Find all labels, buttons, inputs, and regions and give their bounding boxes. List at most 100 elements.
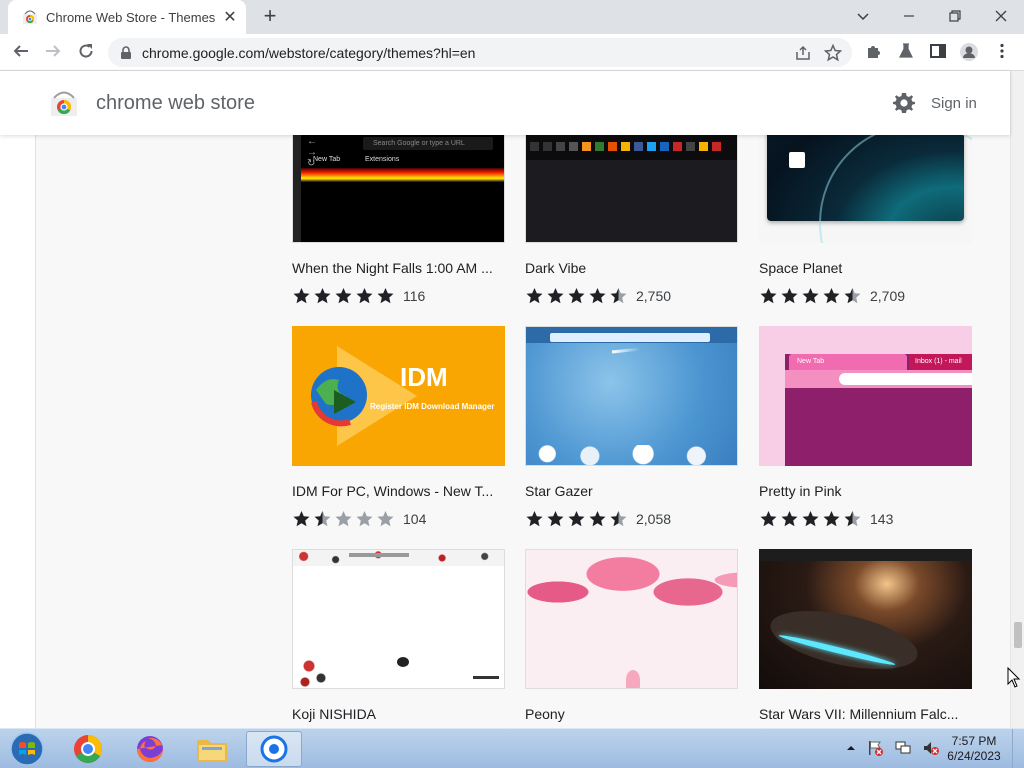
chrome-web-store-favicon	[23, 10, 37, 24]
star-icon	[823, 288, 840, 304]
share-icon[interactable]	[794, 44, 812, 62]
theme-title[interactable]: Pretty in Pink	[759, 483, 972, 499]
theme-card[interactable]: Star Wars VII: Millennium Falc...	[759, 549, 972, 722]
bookmark-star-icon[interactable]	[824, 44, 842, 62]
action-center-flag-icon[interactable]	[866, 739, 884, 757]
rating-count: 143	[870, 511, 894, 527]
gear-icon[interactable]	[892, 91, 916, 115]
volume-muted-icon[interactable]	[922, 739, 940, 757]
rating-count: 104	[403, 511, 427, 527]
thumb-pink-tab2: Inbox (1) - mail	[909, 354, 972, 370]
store-name[interactable]: chrome web store	[96, 92, 255, 115]
clock-date: 6/24/2023	[947, 749, 1001, 763]
taskbar-chrome-icon[interactable]	[60, 731, 116, 767]
rating-count: 2,709	[870, 288, 906, 304]
theme-thumbnail[interactable]: New Tab Inbox (1) - mail	[759, 326, 972, 466]
star-icon	[377, 288, 394, 304]
theme-title[interactable]: Dark Vibe	[525, 260, 738, 276]
theme-card[interactable]: New Tab Inbox (1) - mail Pretty in Pink …	[759, 326, 972, 528]
theme-card[interactable]: ← → ↻ Search Google or type a URL New Ta…	[292, 135, 505, 305]
theme-title[interactable]: Koji NISHIDA	[292, 706, 505, 722]
rating-stars	[759, 287, 864, 305]
theme-card[interactable]: Space Planet 2,709	[759, 135, 972, 305]
rating-stars	[525, 510, 630, 528]
star-icon	[802, 511, 819, 527]
star-icon	[589, 511, 606, 527]
browser-tab-active[interactable]: Chrome Web Store - Themes ✕	[8, 0, 246, 34]
star-icon	[760, 288, 777, 304]
star-icon	[781, 288, 798, 304]
close-window-icon[interactable]	[986, 6, 1016, 28]
extensions-puzzle-icon[interactable]	[863, 42, 885, 64]
back-icon[interactable]	[10, 42, 32, 64]
scrollbar-thumb[interactable]	[1014, 622, 1022, 648]
theme-thumbnail[interactable]	[759, 135, 972, 243]
star-icon	[781, 511, 798, 527]
mouse-cursor-icon	[1007, 667, 1021, 688]
theme-thumbnail[interactable]	[525, 326, 738, 466]
star-icon	[589, 288, 606, 304]
theme-card[interactable]: Peony	[525, 549, 738, 722]
theme-title[interactable]: Star Wars VII: Millennium Falc...	[759, 706, 972, 722]
address-bar[interactable]: chrome.google.com/webstore/category/them…	[108, 38, 852, 67]
taskbar-firefox-icon[interactable]	[122, 731, 178, 767]
theme-thumbnail[interactable]: IDM Register IDM Download Manager	[292, 326, 505, 466]
theme-title[interactable]: Star Gazer	[525, 483, 738, 499]
theme-thumbnail[interactable]	[759, 549, 972, 689]
minimize-icon[interactable]	[894, 6, 924, 28]
theme-card[interactable]: Dark Vibe 2,750	[525, 135, 738, 305]
star-icon	[314, 511, 331, 527]
star-icon	[526, 511, 543, 527]
browser-toolbar: chrome.google.com/webstore/category/them…	[0, 34, 1024, 71]
theme-thumbnail[interactable]	[525, 549, 738, 689]
theme-thumbnail[interactable]: ← → ↻ Search Google or type a URL New Ta…	[292, 135, 505, 243]
reload-icon[interactable]	[75, 42, 97, 64]
sign-in-link[interactable]: Sign in	[931, 95, 977, 112]
star-icon	[844, 288, 861, 304]
star-icon	[547, 511, 564, 527]
tab-close-icon[interactable]: ✕	[222, 7, 238, 27]
profile-avatar-icon[interactable]	[958, 42, 980, 64]
star-icon	[356, 288, 373, 304]
taskbar-file-explorer-icon[interactable]	[184, 731, 240, 767]
restore-icon[interactable]	[940, 6, 970, 28]
left-sidebar	[0, 135, 36, 728]
windows-taskbar: 7:57 PM 6/24/2023	[0, 728, 1024, 768]
star-icon	[823, 511, 840, 527]
rating-stars	[759, 510, 864, 528]
labs-flask-icon[interactable]	[895, 42, 917, 64]
show-hidden-icons-icon[interactable]	[846, 739, 856, 757]
theme-card[interactable]: Star Gazer 2,058	[525, 326, 738, 528]
show-desktop-button[interactable]	[1012, 729, 1024, 768]
new-tab-button[interactable]: +	[258, 5, 282, 28]
rating-count: 2,058	[636, 511, 672, 527]
menu-kebab-icon[interactable]	[991, 42, 1013, 64]
url-text: chrome.google.com/webstore/category/them…	[142, 45, 476, 61]
taskbar-clock[interactable]: 7:57 PM 6/24/2023	[944, 734, 1004, 764]
star-icon	[568, 511, 585, 527]
tab-strip: Chrome Web Store - Themes ✕ +	[0, 0, 1024, 34]
tab-search-icon[interactable]	[848, 6, 878, 28]
theme-card[interactable]: IDM Register IDM Download Manager IDM Fo…	[292, 326, 505, 528]
theme-card[interactable]: Koji NISHIDA	[292, 549, 505, 722]
lock-icon	[121, 46, 131, 59]
star-icon	[293, 288, 310, 304]
network-icon[interactable]	[894, 739, 912, 757]
star-icon	[293, 511, 310, 527]
start-button[interactable]	[8, 731, 46, 767]
forward-icon[interactable]	[42, 42, 64, 64]
taskbar-chrome-active-icon[interactable]	[246, 731, 302, 767]
page-scrollbar[interactable]	[1010, 71, 1024, 728]
theme-thumbnail[interactable]	[525, 135, 738, 243]
star-icon	[610, 511, 627, 527]
theme-title[interactable]: Peony	[525, 706, 738, 722]
side-panel-icon[interactable]	[927, 42, 949, 64]
theme-grid: ← → ↻ Search Google or type a URL New Ta…	[36, 135, 1010, 728]
theme-title[interactable]: When the Night Falls 1:00 AM ...	[292, 260, 505, 276]
clock-time: 7:57 PM	[951, 734, 997, 748]
theme-title[interactable]: Space Planet	[759, 260, 972, 276]
rating-count: 116	[403, 288, 426, 304]
chrome-web-store-logo[interactable]	[50, 89, 78, 117]
theme-title[interactable]: IDM For PC, Windows - New T...	[292, 483, 505, 499]
theme-thumbnail[interactable]	[292, 549, 505, 689]
